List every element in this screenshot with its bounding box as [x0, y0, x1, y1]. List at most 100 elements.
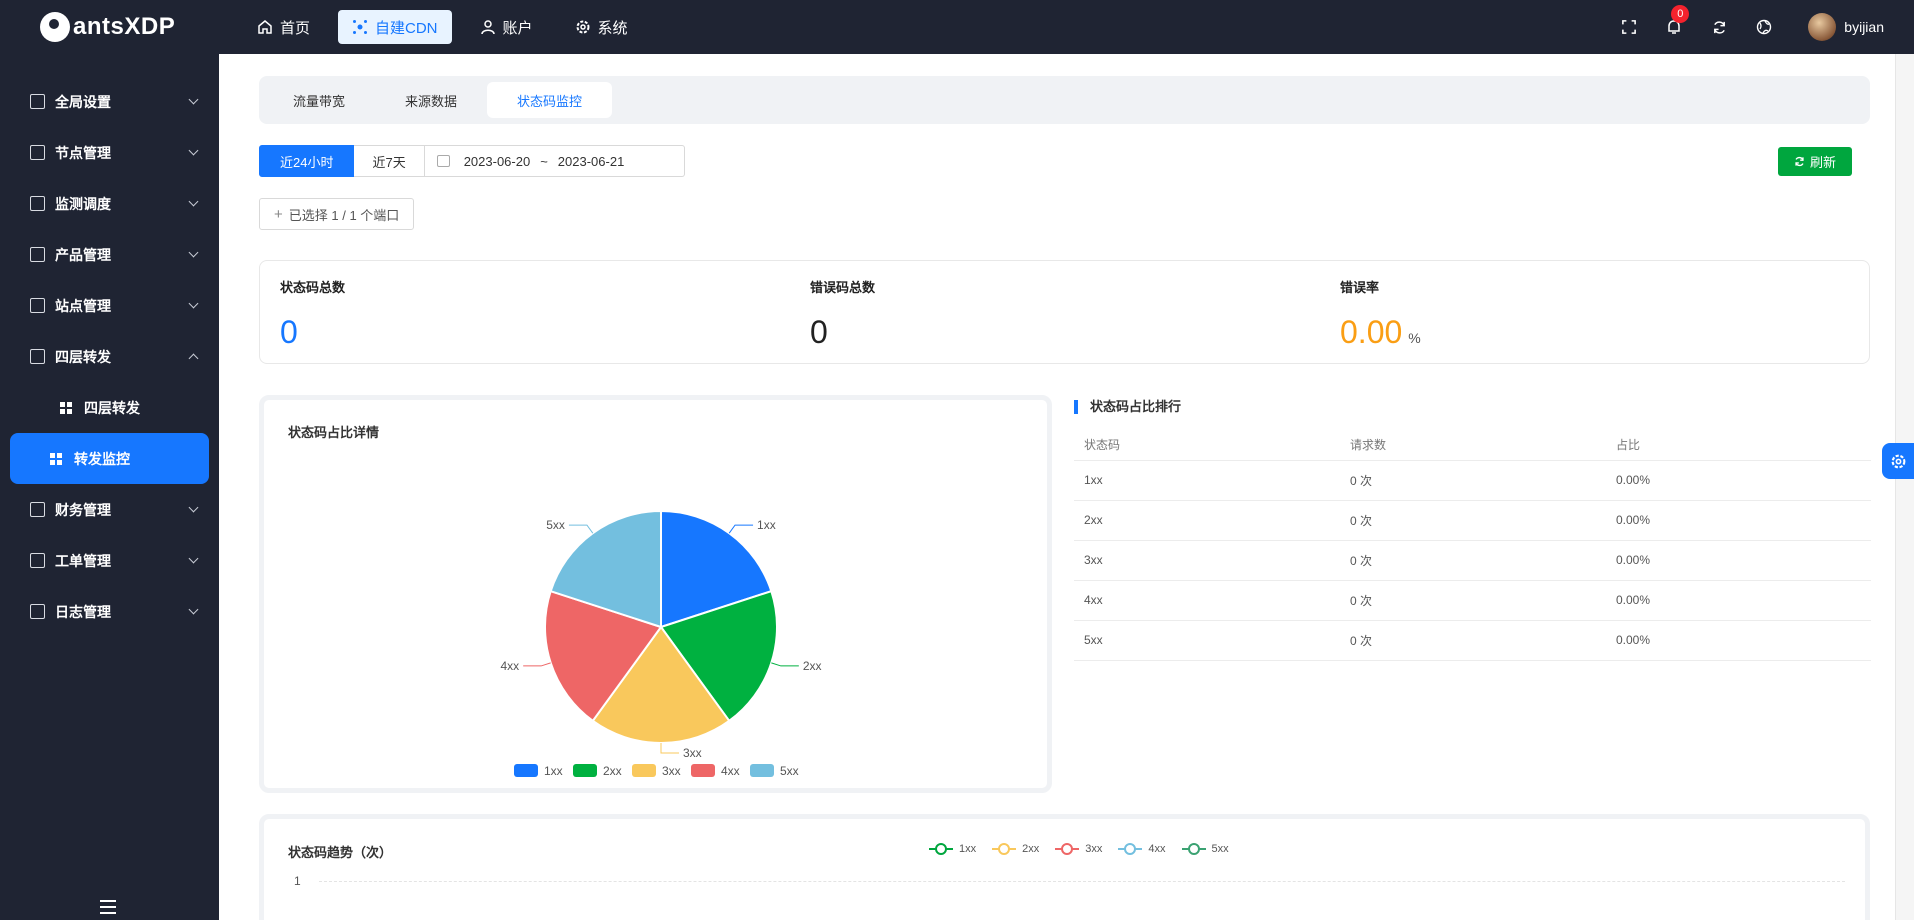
cell-count: 0 次 — [1340, 500, 1606, 541]
cell-count: 0 次 — [1340, 580, 1606, 621]
refresh-button[interactable]: 刷新 — [1777, 147, 1852, 176]
pie-legend-label-3xx[interactable]: 3xx — [662, 764, 681, 778]
date-to[interactable]: 2023-06-21 — [558, 154, 625, 169]
pie-chart: 1xx 2xx 3xx 4xx 5xx 1xx 2xx 3xx 4xx 5xx — [500, 509, 822, 778]
sidebar-item-logs[interactable]: 日志管理 — [0, 586, 219, 637]
sidebar-subitem-l4-forwarding[interactable]: 四层转发 — [10, 382, 209, 433]
sidebar-item-label: 监测调度 — [55, 195, 111, 212]
nav-cdn[interactable]: 自建CDN — [338, 10, 452, 44]
sidebar-item-sites[interactable]: 站点管理 — [0, 280, 219, 331]
chevron-down-icon — [188, 604, 199, 615]
sidebar-item-label: 产品管理 — [55, 246, 111, 263]
cell-code: 5xx — [1074, 620, 1340, 661]
chevron-up-icon — [188, 353, 199, 364]
pie-legend-swatch-3xx[interactable] — [632, 764, 656, 777]
sidebar-item-l4-forwarding[interactable]: 四层转发 — [0, 331, 219, 382]
pie-legend-swatch-2xx[interactable] — [573, 764, 597, 777]
nav-account[interactable]: 账户 — [466, 10, 547, 44]
legend-item-4xx[interactable]: 4xx — [1118, 843, 1166, 855]
sidebar-subitem-label: 转发监控 — [74, 450, 130, 467]
legend-label: 1xx — [959, 843, 977, 855]
pie-label-2xx: 2xx — [803, 659, 822, 673]
sidebar: 全局设置 节点管理 监测调度 产品管理 站点管理 四层转发 四层转发 转发监控 … — [0, 54, 219, 920]
cell-ratio: 0.00% — [1606, 580, 1871, 621]
refresh-icon — [1795, 156, 1804, 167]
tab-status-code[interactable]: 状态码监控 — [487, 82, 613, 118]
date-from[interactable]: 2023-06-20 — [464, 154, 531, 169]
cell-count: 0 次 — [1340, 620, 1606, 661]
trend-legend: 1xx 2xx 3xx 4xx 5xx — [929, 843, 1229, 855]
chevron-down-icon — [188, 298, 199, 309]
monitor-icon — [30, 298, 45, 313]
user-menu[interactable]: byijian — [1808, 13, 1884, 41]
pie-label-5xx: 5xx — [546, 518, 565, 532]
stat-rate-unit: % — [1408, 330, 1421, 346]
legend-item-2xx[interactable]: 2xx — [992, 843, 1039, 855]
cell-count: 0 次 — [1340, 540, 1606, 581]
globe-icon[interactable] — [1755, 18, 1773, 36]
table-row: 2xx 0 次 0.00% — [1074, 500, 1871, 541]
legend-item-3xx[interactable]: 3xx — [1055, 843, 1102, 855]
sidebar-item-products[interactable]: 产品管理 — [0, 229, 219, 280]
menu-collapse-icon[interactable] — [100, 900, 116, 914]
sidebar-subitem-label: 四层转发 — [84, 399, 140, 416]
port-selector-button[interactable]: + 已选择 1 / 1 个端口 — [259, 198, 415, 230]
stat-total: 状态码总数 0 — [260, 261, 790, 363]
nav-system[interactable]: 系统 — [561, 10, 642, 44]
sidebar-item-label: 财务管理 — [55, 501, 111, 518]
sidebar-item-nodes[interactable]: 节点管理 — [0, 127, 219, 178]
rank-title: 状态码占比排行 — [1074, 400, 1871, 414]
top-nav: 首页 自建CDN 账户 系统 — [243, 10, 642, 44]
notification-badge: 0 — [1671, 5, 1690, 23]
sidebar-item-finance[interactable]: 财务管理 — [0, 484, 219, 535]
username: byijian — [1844, 19, 1884, 35]
legend-item-1xx[interactable]: 1xx — [929, 843, 976, 855]
package-icon — [30, 247, 45, 262]
stat-rate-row: 0.00% — [1340, 314, 1850, 356]
refresh-label: 刷新 — [1809, 155, 1836, 170]
legend-item-5xx[interactable]: 5xx — [1181, 843, 1229, 855]
sidebar-item-label: 节点管理 — [55, 144, 111, 161]
pie-legend-label-5xx[interactable]: 5xx — [780, 764, 799, 778]
tab-source[interactable]: 来源数据 — [375, 82, 487, 118]
sidebar-item-label: 全局设置 — [55, 93, 111, 110]
brand-logo[interactable]: antsXDP — [0, 12, 219, 42]
date-range-picker[interactable]: 2023-06-20 ~ 2023-06-21 — [424, 145, 685, 177]
chevron-down-icon — [188, 502, 199, 513]
sidebar-item-monitoring[interactable]: 监测调度 — [0, 178, 219, 229]
table-row: 3xx 0 次 0.00% — [1074, 540, 1871, 581]
header-actions: 0 byijian — [1620, 5, 1914, 41]
settings-float-button[interactable] — [1882, 443, 1914, 479]
sidebar-subitem-forward-monitor[interactable]: 转发监控 — [10, 433, 209, 484]
chevron-down-icon — [188, 247, 199, 258]
legend-marker — [1118, 843, 1143, 855]
user-icon — [480, 20, 495, 35]
pie-legend-label-2xx[interactable]: 2xx — [603, 764, 622, 778]
pie-legend-label-4xx[interactable]: 4xx — [721, 764, 740, 778]
pie-legend-swatch-1xx[interactable] — [514, 764, 538, 777]
rank-col-header: 状态码 — [1074, 430, 1340, 461]
refresh-icon[interactable] — [1710, 18, 1728, 36]
legend-label: 5xx — [1211, 843, 1229, 855]
pie-legend-swatch-4xx[interactable] — [691, 764, 715, 777]
gear-icon — [1891, 454, 1905, 468]
home-icon — [258, 20, 272, 34]
sidebar-item-global-settings[interactable]: 全局设置 — [0, 76, 219, 127]
tab-traffic[interactable]: 流量带宽 — [263, 82, 375, 118]
fullscreen-icon[interactable] — [1620, 18, 1638, 36]
pie-legend-swatch-5xx[interactable] — [750, 764, 774, 777]
pie-label-3xx: 3xx — [683, 746, 702, 760]
trend-chart-card: 状态码趋势（次） 1xx 2xx 3xx 4xx 5xx 1 — [259, 814, 1870, 920]
sidebar-item-tickets[interactable]: 工单管理 — [0, 535, 219, 586]
scrollbar[interactable] — [1895, 54, 1914, 920]
last-7d-button[interactable]: 近7天 — [354, 145, 425, 177]
cell-code: 3xx — [1074, 540, 1340, 581]
nav-home[interactable]: 首页 — [243, 10, 324, 44]
last-24h-button[interactable]: 近24小时 — [259, 145, 355, 177]
table-row: 4xx 0 次 0.00% — [1074, 580, 1871, 621]
y-tick-label: 1 — [294, 874, 301, 888]
legend-label: 4xx — [1148, 843, 1166, 855]
bell-icon[interactable]: 0 — [1665, 5, 1690, 36]
pie-legend-label-1xx[interactable]: 1xx — [544, 764, 563, 778]
sidebar-item-label: 工单管理 — [55, 552, 111, 569]
